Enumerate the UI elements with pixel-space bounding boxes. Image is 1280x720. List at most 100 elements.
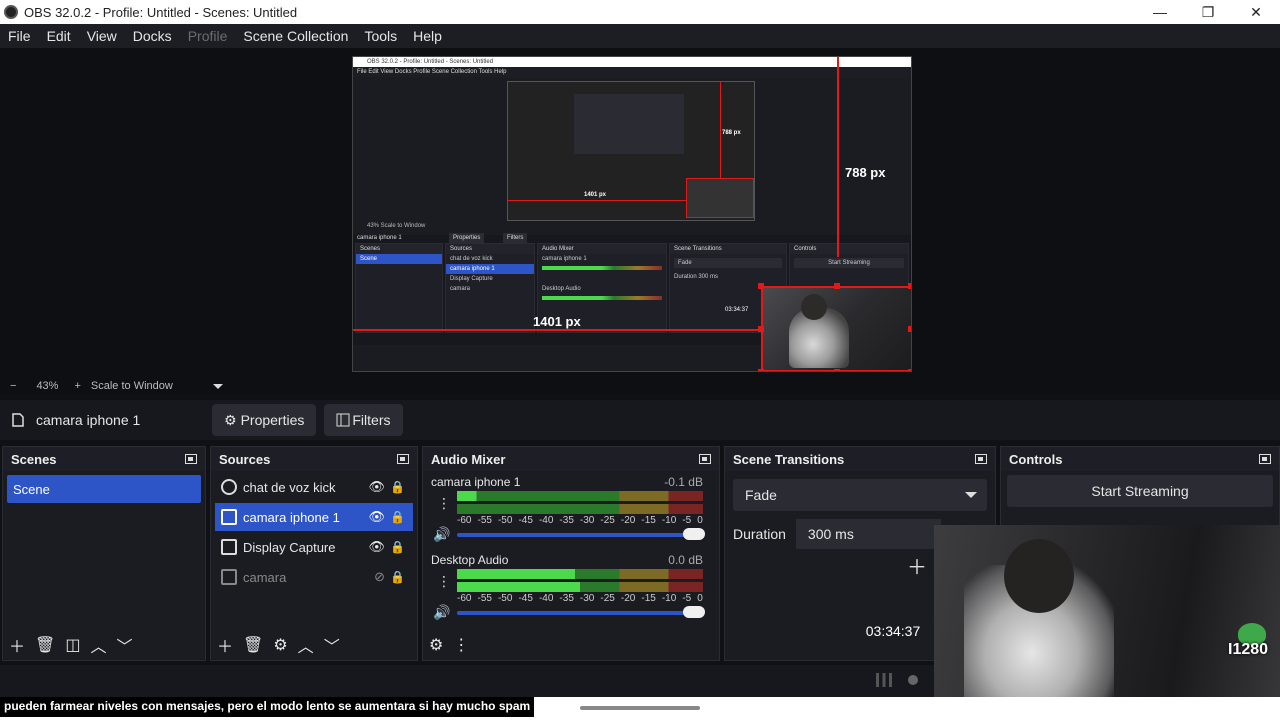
minimize-button[interactable]: — (1136, 0, 1184, 24)
nested-guide-horizontal (508, 200, 688, 201)
scale-mode-select[interactable]: Scale to Window (91, 380, 173, 392)
scroll-indicator (580, 706, 700, 710)
start-streaming-button[interactable]: Start Streaming (1007, 475, 1273, 507)
more-options-icon[interactable]: ⋮ (437, 495, 451, 512)
resize-handle[interactable] (908, 369, 911, 371)
nested-transitions-header: Scene Transitions (670, 244, 786, 254)
maximize-button[interactable]: ❐ (1184, 0, 1232, 24)
advanced-audio-icon[interactable]: ⚙ (429, 635, 443, 655)
resize-handle[interactable] (834, 369, 840, 371)
speaker-icon[interactable]: 🔊 (433, 604, 450, 621)
add-transition-icon[interactable]: ＋ (907, 551, 927, 580)
more-options-icon[interactable]: ⋮ (453, 635, 469, 655)
selected-source-bounding-box[interactable] (761, 286, 911, 371)
controls-header: Controls (1001, 447, 1279, 471)
scenes-toolbar: ＋ 🗑 ◫ ︿ ﹀ (3, 630, 205, 660)
resize-handle[interactable] (758, 326, 764, 332)
filters-button[interactable]: Filters (324, 404, 403, 436)
gear-icon[interactable]: ⚙ (273, 635, 287, 655)
move-down-icon[interactable]: ﹀ (116, 633, 132, 657)
controls-title: Controls (1009, 451, 1063, 467)
volume-slider[interactable] (457, 606, 705, 618)
duration-input[interactable]: 300 ms (795, 519, 941, 549)
menu-file[interactable]: File (0, 28, 39, 44)
menu-profile[interactable]: Profile (180, 28, 236, 44)
source-item[interactable]: camara iphone 1 👁 🔒 (215, 503, 413, 531)
resize-handle[interactable] (908, 283, 911, 289)
lock-icon[interactable]: 🔒 (390, 480, 405, 494)
nested-source-item: camara iphone 1 (446, 264, 534, 274)
menu-help[interactable]: Help (405, 28, 450, 44)
filter-icon[interactable]: ◫ (65, 635, 80, 655)
undock-icon[interactable] (185, 454, 197, 464)
globe-icon (221, 479, 237, 495)
obs-logo-icon (4, 5, 18, 19)
nested-mixer-channel: Desktop Audio (542, 286, 581, 292)
lock-icon[interactable]: 🔒 (390, 570, 405, 584)
channel-badge: I1280 (1228, 623, 1274, 663)
measure-label-vertical: 788 px (845, 165, 886, 180)
source-label: Display Capture (243, 539, 336, 555)
menu-edit[interactable]: Edit (39, 28, 79, 44)
zoom-in-button[interactable]: + (74, 380, 80, 392)
volume-slider[interactable] (457, 528, 705, 540)
more-options-icon[interactable]: ⋮ (437, 573, 451, 590)
eye-icon[interactable]: 👁 (368, 479, 385, 495)
trash-icon[interactable]: 🗑 (243, 635, 263, 655)
gear-icon: ⚙ (224, 411, 237, 428)
add-icon[interactable]: ＋ (9, 633, 25, 657)
menu-tools[interactable]: Tools (356, 28, 405, 44)
add-icon[interactable]: ＋ (217, 633, 233, 657)
eye-icon[interactable]: 👁 (368, 509, 385, 525)
undock-icon[interactable] (397, 454, 409, 464)
zoom-out-button[interactable]: − (10, 380, 16, 392)
source-item[interactable]: camara ⊘ 🔒 (215, 563, 413, 591)
lock-icon[interactable]: 🔒 (390, 510, 405, 524)
trash-icon[interactable]: 🗑 (35, 635, 55, 655)
close-button[interactable]: ✕ (1232, 0, 1280, 24)
nested-meter (542, 296, 662, 300)
properties-button[interactable]: ⚙ Properties (212, 404, 317, 436)
undock-icon[interactable] (975, 454, 987, 464)
resize-handle[interactable] (834, 283, 840, 289)
move-down-icon[interactable]: ﹀ (324, 633, 340, 657)
mixer-toolbar: ⚙ ⋮ (423, 630, 719, 660)
volume-slider-handle[interactable] (683, 606, 705, 618)
nested-properties-button: Properties (449, 233, 485, 243)
undock-icon[interactable] (1259, 454, 1271, 464)
measure-label-horizontal: 1401 px (533, 314, 581, 329)
nested-measure-vertical: 788 px (722, 130, 741, 136)
program-preview[interactable]: OBS 32.0.2 - Profile: Untitled - Scenes:… (352, 56, 912, 372)
source-toolbar: camara iphone 1 ⚙ Properties Filters (0, 400, 1280, 440)
scene-item[interactable]: Scene (7, 475, 201, 503)
menu-view[interactable]: View (79, 28, 125, 44)
audio-mixer-dock: Audio Mixer camara iphone 1 -0.1 dB ⋮ -6… (422, 446, 720, 661)
nested-scenes-header: Scenes (356, 244, 442, 254)
source-item[interactable]: Display Capture 👁 🔒 (215, 533, 413, 561)
undock-icon[interactable] (699, 454, 711, 464)
eye-hidden-icon[interactable]: ⊘ (374, 569, 385, 585)
resize-handle[interactable] (758, 369, 764, 371)
resize-handle[interactable] (758, 283, 764, 289)
eye-icon[interactable]: 👁 (368, 539, 385, 555)
move-up-icon[interactable]: ︿ (90, 633, 106, 657)
nested-title-bar: OBS 32.0.2 - Profile: Untitled - Scenes:… (353, 57, 911, 67)
volume-slider-handle[interactable] (683, 528, 705, 540)
properties-label: Properties (240, 412, 305, 428)
menu-scene-collection[interactable]: Scene Collection (235, 28, 356, 44)
menu-docks[interactable]: Docks (125, 28, 180, 44)
transition-value: Fade (745, 487, 777, 503)
nested-inner-preview (574, 94, 684, 154)
speaker-icon[interactable]: 🔊 (433, 526, 450, 543)
move-up-icon[interactable]: ︿ (298, 633, 314, 657)
meter-scale: -60 -55 -50 -45 -40 -35 -30 -25 -20 -15 -10 -5 0 (457, 515, 703, 526)
source-item[interactable]: chat de voz kick 👁 🔒 (215, 473, 413, 501)
sources-dock: Sources chat de voz kick 👁 🔒 camara ipho… (210, 446, 418, 661)
lock-icon[interactable]: 🔒 (390, 540, 405, 554)
transition-select[interactable]: Fade (733, 479, 987, 511)
chevron-down-icon[interactable] (212, 383, 223, 389)
nested-transition-select: Fade (674, 258, 782, 268)
stream-caption: pueden farmear niveles con mensajes, per… (0, 697, 535, 717)
source-label: camara iphone 1 (243, 509, 340, 525)
resize-handle[interactable] (908, 326, 911, 332)
